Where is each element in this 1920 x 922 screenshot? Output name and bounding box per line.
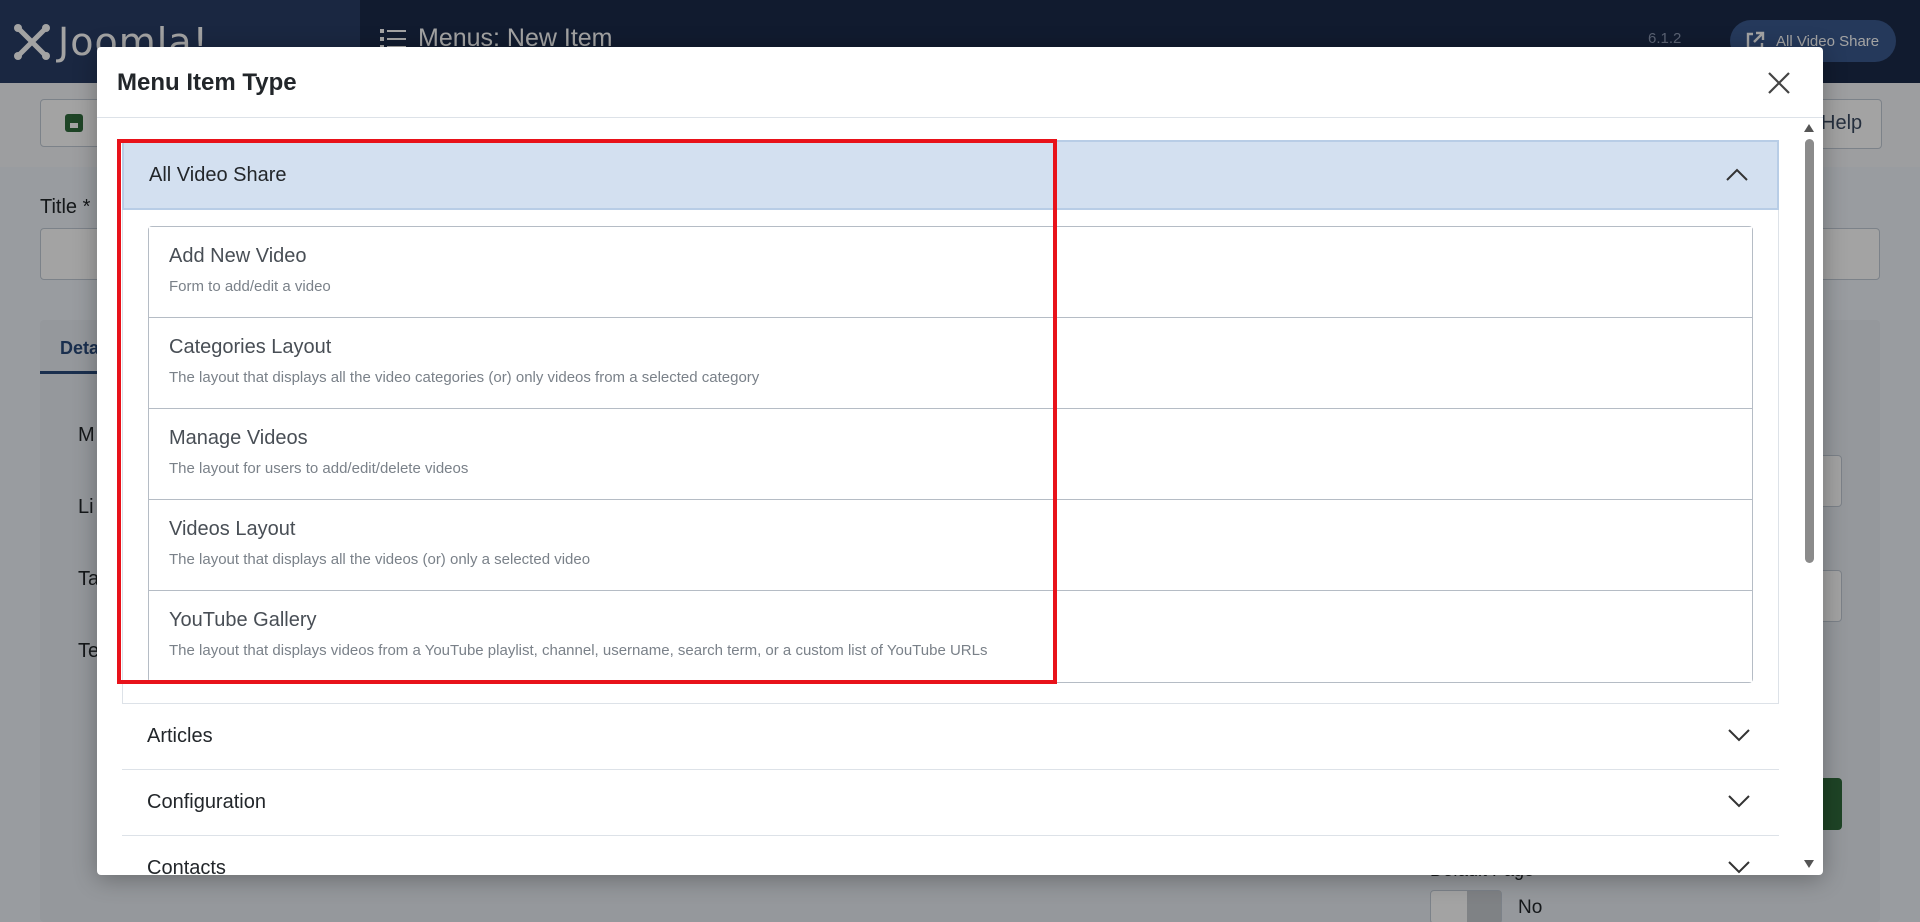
- close-icon[interactable]: [1761, 65, 1797, 101]
- item-description: Form to add/edit a video: [169, 278, 331, 295]
- accordion-label: All Video Share: [149, 163, 287, 186]
- menu-type-item[interactable]: Categories Layout The layout that displa…: [149, 318, 1752, 409]
- chevron-down-icon: [1728, 729, 1750, 742]
- scroll-down-arrow[interactable]: [1804, 860, 1814, 868]
- accordion-header-articles[interactable]: Articles: [122, 703, 1779, 769]
- menu-item-list: Add New Video Form to add/edit a video C…: [148, 226, 1753, 683]
- item-description: The layout that displays videos from a Y…: [169, 642, 988, 659]
- menu-type-accordion: All Video Share Add New Video Form to ad…: [122, 140, 1779, 875]
- menu-type-item[interactable]: Add New Video Form to add/edit a video: [149, 227, 1752, 318]
- chevron-down-icon: [1728, 861, 1750, 874]
- menu-item-type-modal: Menu Item Type All Video Share Add New V…: [97, 47, 1823, 875]
- accordion-label: Configuration: [147, 791, 266, 813]
- menu-type-item[interactable]: Videos Layout The layout that displays a…: [149, 500, 1752, 591]
- accordion-label: Contacts: [147, 857, 226, 875]
- item-description: The layout for users to add/edit/delete …: [169, 460, 469, 477]
- item-description: The layout that displays all the video c…: [169, 369, 760, 386]
- item-description: The layout that displays all the videos …: [169, 551, 591, 568]
- menu-type-item[interactable]: Manage Videos The layout for users to ad…: [149, 409, 1752, 500]
- chevron-down-icon: [1728, 795, 1750, 808]
- item-title: Manage Videos: [169, 427, 308, 449]
- accordion-header-contacts[interactable]: Contacts: [122, 835, 1779, 875]
- item-title: Videos Layout: [169, 518, 296, 540]
- accordion-header-all-video-share[interactable]: All Video Share: [122, 140, 1779, 210]
- item-title: YouTube Gallery: [169, 609, 317, 631]
- modal-header: Menu Item Type: [97, 47, 1823, 118]
- scrollbar-thumb[interactable]: [1805, 139, 1814, 563]
- accordion-content: Add New Video Form to add/edit a video C…: [122, 210, 1779, 703]
- scroll-up-arrow[interactable]: [1804, 124, 1814, 132]
- accordion-header-configuration[interactable]: Configuration: [122, 769, 1779, 835]
- accordion-label: Articles: [147, 725, 213, 747]
- menu-type-item[interactable]: YouTube Gallery The layout that displays…: [149, 591, 1752, 682]
- item-title: Categories Layout: [169, 336, 332, 358]
- item-title: Add New Video: [169, 245, 307, 267]
- modal-title: Menu Item Type: [117, 69, 297, 96]
- chevron-up-icon: [1726, 168, 1748, 181]
